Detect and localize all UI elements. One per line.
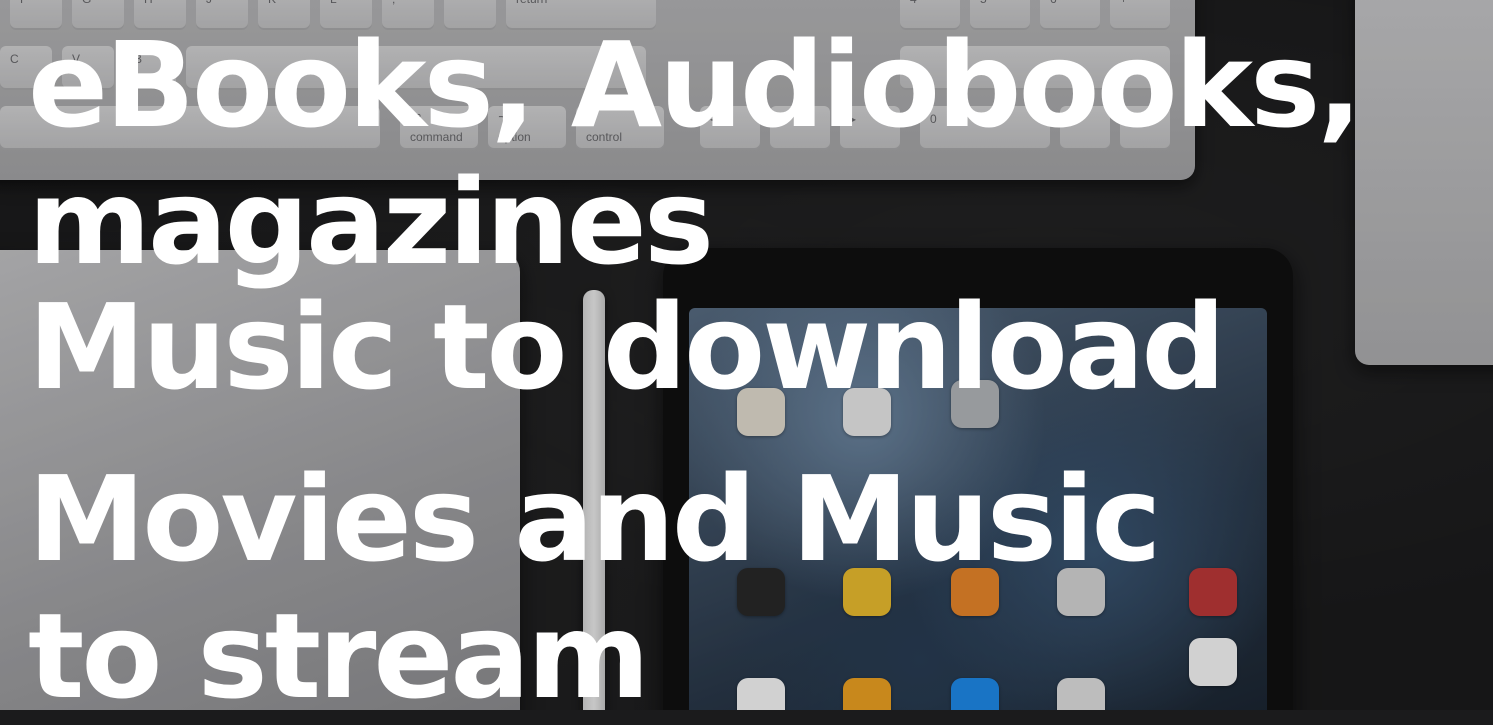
headline-line-4: Movies and Music [28, 450, 1161, 588]
headline-line-1: eBooks, Audiobooks, [28, 16, 1362, 154]
headline-line-3: Music to download [28, 278, 1226, 416]
headline-line-5: to stream [28, 587, 650, 725]
headline-line-2: magazines [28, 153, 714, 291]
